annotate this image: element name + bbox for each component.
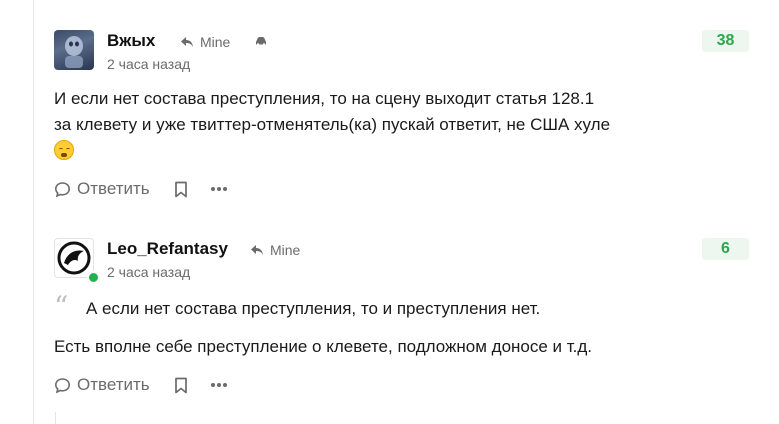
comment-text: Есть вполне себе преступление о клевете,… — [54, 337, 593, 356]
timestamp[interactable]: 2 часа назад — [107, 56, 190, 72]
timestamp[interactable]: 2 часа назад — [107, 264, 190, 280]
author-name[interactable]: Вжых — [107, 31, 155, 51]
comment-text-line: за клевету и уже твиттер-отменятель(ка) … — [54, 115, 611, 134]
rating-badge: 6 — [702, 238, 749, 260]
more-icon[interactable] — [210, 186, 228, 192]
speech-bubble-icon — [54, 377, 71, 393]
reply-button-label: Ответить — [77, 179, 150, 198]
thread-line — [33, 0, 34, 424]
reply-button[interactable]: Ответить — [54, 375, 150, 395]
reply-arrow-icon — [251, 245, 263, 255]
reply-to[interactable]: Mine — [180, 34, 230, 50]
emoji-icon — [54, 140, 74, 160]
quote-mark-icon: “ — [54, 290, 69, 323]
rating-badge: 38 — [702, 30, 749, 52]
reply-arrow-icon — [181, 37, 193, 47]
bookmark-icon[interactable] — [174, 377, 188, 394]
more-icon[interactable] — [210, 382, 228, 388]
online-status-dot — [87, 271, 100, 284]
author-name[interactable]: Leo_Refantasy — [107, 239, 228, 259]
reply-button-label: Ответить — [77, 375, 150, 394]
comment-actions: Ответить — [54, 375, 228, 395]
bookmark-icon[interactable] — [174, 181, 188, 198]
speech-bubble-icon — [54, 181, 71, 197]
comment-text-line: И если нет состава преступления, то на с… — [54, 89, 595, 108]
reply-to-name: Mine — [270, 242, 301, 258]
reply-to[interactable]: Mine — [250, 242, 300, 258]
comment-actions: Ответить — [54, 179, 228, 199]
car-icon — [256, 37, 266, 46]
comment-text: И если нет состава преступления, то на с… — [54, 86, 694, 164]
reply-to-name: Mine — [200, 34, 231, 50]
reply-button[interactable]: Ответить — [54, 179, 150, 199]
thread-line-nested — [55, 412, 56, 424]
avatar[interactable] — [54, 30, 94, 70]
quoted-text: А если нет состава преступления, то и пр… — [86, 299, 541, 318]
